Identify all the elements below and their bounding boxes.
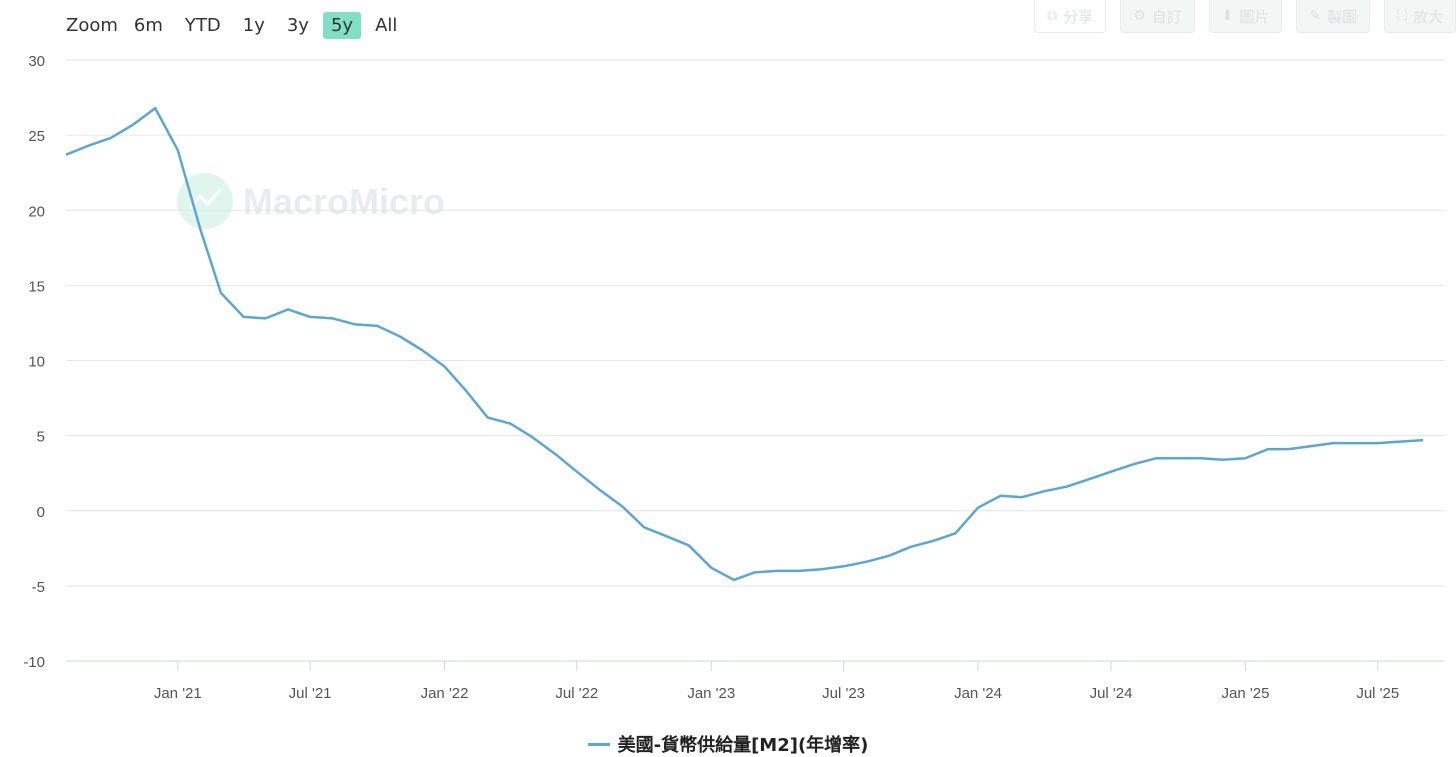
series-line-m2-yoy [65,106,1424,582]
watermark-text: MacroMicro [243,181,445,222]
y-tick-label: -5 [32,579,45,596]
y-tick-label: 5 [37,429,45,446]
x-tick-label: Jul '21 [289,685,332,702]
x-tick-label: Jan '24 [954,685,1002,702]
x-tick-label: Jan '23 [687,685,735,702]
y-tick-label: 30 [28,53,45,70]
legend-label: 美國-貨幣供給量[M2](年增率) [617,735,869,756]
x-tick-label: Jul '25 [1356,685,1399,702]
x-tick-label: Jan '22 [421,685,469,702]
y-tick-label: 10 [28,354,45,371]
watermark: MacroMicro [177,173,445,229]
legend[interactable]: 美國-貨幣供給量[M2](年增率) [0,731,1456,757]
series-points [66,108,1423,580]
y-tick-label: 25 [28,128,45,145]
x-tick-label: Jan '21 [154,685,202,702]
x-tick-label: Jan '25 [1222,685,1270,702]
x-axis-ticks: Jan '21 Jul '21 Jan '22 Jul '22 Jan '23 Jul '… [154,661,1399,702]
x-tick-label: Jul '23 [822,685,865,702]
y-tick-label: 0 [37,504,45,521]
y-tick-label: 15 [28,278,45,295]
legend-swatch [587,742,610,746]
x-tick-label: Jul '24 [1090,685,1133,702]
line-chart: 30 25 20 15 10 5 0 -5 -10 MacroMicro Jan '21 Jul … [23,53,1445,702]
gridlines [66,59,1445,587]
x-tick-label: Jul '22 [555,685,598,702]
y-tick-label: 20 [28,203,45,220]
y-tick-label: -10 [23,654,45,671]
y-axis-labels: 30 25 20 15 10 5 0 -5 -10 [23,53,45,671]
